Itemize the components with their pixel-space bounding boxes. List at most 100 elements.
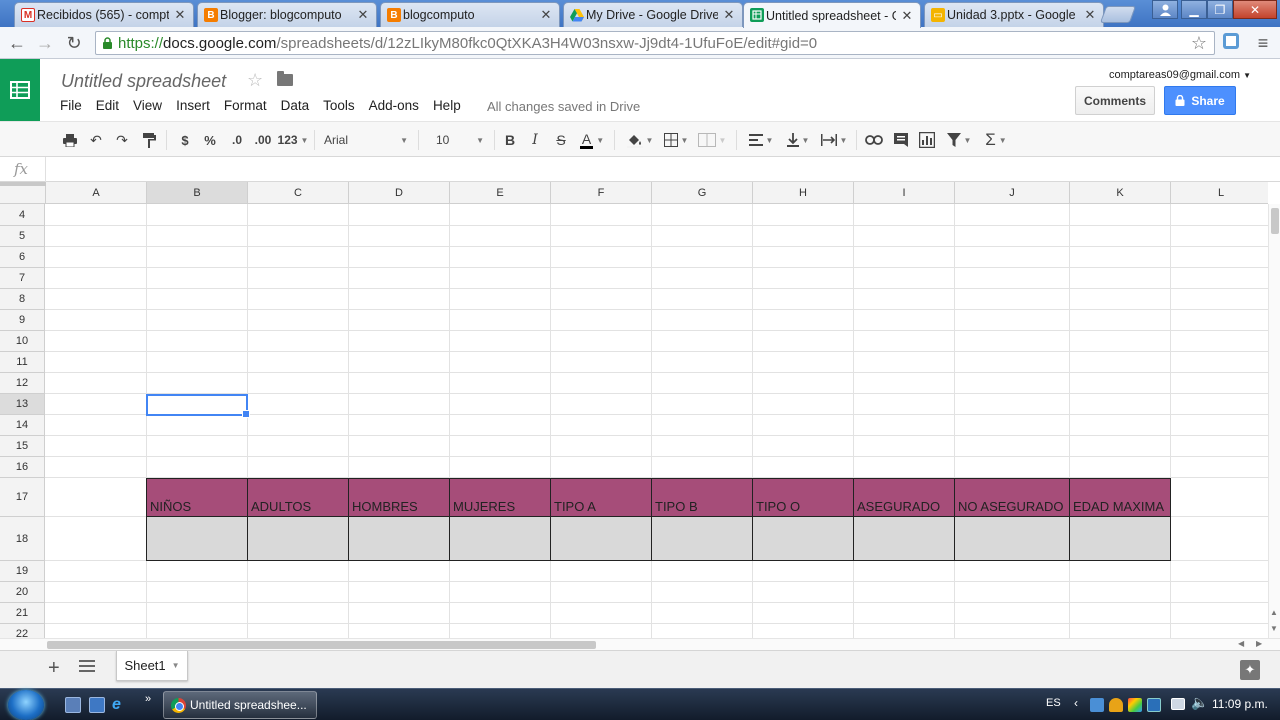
cell-e17[interactable]: MUJERES (450, 478, 551, 517)
show-hidden-icons-icon[interactable]: ‹ (1074, 696, 1078, 710)
tray-colorful-icon[interactable] (1128, 698, 1142, 712)
scroll-down-icon[interactable]: ▼ (1270, 624, 1278, 633)
italic-button[interactable]: I (526, 130, 544, 150)
close-tab-icon[interactable]: ✕ (722, 7, 736, 23)
show-desktop-icon[interactable] (65, 697, 81, 713)
horizontal-scrollbar[interactable]: ◀ ▶ (0, 638, 1280, 650)
share-button[interactable]: Share (1164, 86, 1236, 115)
scroll-right-icon[interactable]: ▶ (1256, 639, 1262, 648)
cell-g18[interactable] (652, 517, 753, 561)
menu-format[interactable]: Format (224, 98, 267, 113)
all-sheets-menu-icon[interactable] (79, 660, 95, 674)
row-header-20[interactable]: 20 (0, 582, 45, 603)
bookmark-star-icon[interactable]: ☆ (1188, 32, 1210, 54)
add-sheet-button[interactable]: + (48, 657, 60, 680)
column-header-c[interactable]: C (248, 182, 349, 204)
vertical-scrollbar[interactable]: ▲ ▼ (1268, 204, 1280, 638)
taskbar-chrome-window[interactable]: Untitled spreadshee... (163, 691, 317, 719)
cell-b18[interactable] (146, 517, 248, 561)
column-header-j[interactable]: J (955, 182, 1070, 204)
row-header-22[interactable]: 22 (0, 624, 45, 638)
column-header-i[interactable]: I (854, 182, 955, 204)
column-header-k[interactable]: K (1070, 182, 1171, 204)
network-icon[interactable] (1171, 698, 1185, 710)
cell-f18[interactable] (551, 517, 652, 561)
row-header-13[interactable]: 13 (0, 394, 45, 415)
close-tab-icon[interactable]: ✕ (900, 8, 914, 24)
menu-tools[interactable]: Tools (323, 98, 355, 113)
security-shield-icon[interactable] (1109, 698, 1123, 712)
column-header-a[interactable]: A (46, 182, 147, 204)
vertical-align-button[interactable]: ▼ (782, 130, 814, 150)
more-formats-button[interactable]: 123 ▼ (277, 130, 309, 150)
row-header-19[interactable]: 19 (0, 561, 45, 582)
close-tab-icon[interactable]: ✕ (1083, 7, 1097, 23)
cell-e18[interactable] (450, 517, 551, 561)
column-header-l[interactable]: L (1171, 182, 1268, 204)
menu-view[interactable]: View (133, 98, 162, 113)
borders-button[interactable]: ▼ (661, 130, 691, 150)
reload-icon[interactable]: ↻ (63, 32, 85, 54)
decrease-decimal-button[interactable]: .0 (226, 130, 248, 150)
user-profile-icon[interactable] (1152, 0, 1178, 19)
address-bar[interactable]: https://docs.google.com/spreadsheets/d/1… (95, 31, 1215, 55)
undo-icon[interactable]: ↶ (87, 130, 105, 150)
menu-insert[interactable]: Insert (176, 98, 210, 113)
font-family-select[interactable]: Arial ▼ (320, 130, 412, 150)
internet-explorer-icon[interactable]: e (112, 697, 128, 713)
menu-help[interactable]: Help (433, 98, 461, 113)
cell-f17[interactable]: TIPO A (551, 478, 652, 517)
cell-d17[interactable]: HOMBRES (349, 478, 450, 517)
functions-button[interactable]: Σ ▼ (981, 130, 1011, 150)
row-header-16[interactable]: 16 (0, 457, 45, 478)
select-all-corner[interactable] (0, 182, 46, 204)
scroll-left-icon[interactable]: ◀ (1238, 639, 1244, 648)
filter-button[interactable]: ▼ (943, 130, 975, 150)
row-header-21[interactable]: 21 (0, 603, 45, 624)
horizontal-scrollbar-thumb[interactable] (47, 641, 596, 649)
column-header-e[interactable]: E (450, 182, 551, 204)
tray-app-icon[interactable] (1090, 698, 1104, 712)
cell-d18[interactable] (349, 517, 450, 561)
merge-cells-button[interactable]: ▼ (695, 130, 729, 150)
comments-button[interactable]: Comments (1075, 86, 1155, 115)
new-tab-button[interactable] (1099, 6, 1137, 23)
insert-link-icon[interactable] (864, 130, 884, 150)
restore-window-button[interactable]: ❐ (1207, 0, 1233, 19)
translate-extension-icon[interactable] (1220, 32, 1242, 54)
row-header-14[interactable]: 14 (0, 415, 45, 436)
row-header-17[interactable]: 17 (0, 478, 45, 517)
insert-comment-icon[interactable] (891, 130, 911, 150)
cell-c18[interactable] (248, 517, 349, 561)
menu-file[interactable]: File (60, 98, 82, 113)
browser-tab-blogger-dashboard[interactable]: B Blogger: blogcomputo ✕ (197, 2, 377, 27)
save-status[interactable]: All changes saved in Drive (487, 99, 640, 114)
cell-h17[interactable]: TIPO O (753, 478, 854, 517)
row-header-6[interactable]: 6 (0, 247, 45, 268)
row-header-9[interactable]: 9 (0, 310, 45, 331)
percent-format-button[interactable]: % (201, 130, 219, 150)
account-email[interactable]: comptareas09@gmail.com ▼ (1109, 69, 1251, 81)
row-header-5[interactable]: 5 (0, 226, 45, 247)
close-tab-icon[interactable]: ✕ (356, 7, 370, 23)
cell-i17[interactable]: ASEGURADO (854, 478, 955, 517)
column-header-h[interactable]: H (753, 182, 854, 204)
row-header-10[interactable]: 10 (0, 331, 45, 352)
sheet-tab-sheet1[interactable]: Sheet1 ▼ (116, 651, 188, 681)
paint-format-icon[interactable] (140, 130, 158, 150)
print-icon[interactable] (61, 130, 79, 150)
windows-start-icon[interactable] (8, 690, 44, 720)
cell-c17[interactable]: ADULTOS (248, 478, 349, 517)
row-header-8[interactable]: 8 (0, 289, 45, 310)
strikethrough-button[interactable]: S (552, 130, 570, 150)
currency-format-button[interactable]: $ (176, 130, 194, 150)
forward-arrow-icon[interactable]: → (34, 32, 56, 54)
formula-input[interactable] (50, 157, 1270, 182)
browser-tab-gmail[interactable]: M Recibidos (565) - compt ✕ (14, 2, 194, 27)
cell-j18[interactable] (955, 517, 1070, 561)
row-header-11[interactable]: 11 (0, 352, 45, 373)
back-arrow-icon[interactable]: ← (6, 32, 28, 54)
close-tab-icon[interactable]: ✕ (539, 7, 553, 23)
cell-g17[interactable]: TIPO B (652, 478, 753, 517)
explore-icon[interactable]: ✦ (1240, 660, 1260, 680)
